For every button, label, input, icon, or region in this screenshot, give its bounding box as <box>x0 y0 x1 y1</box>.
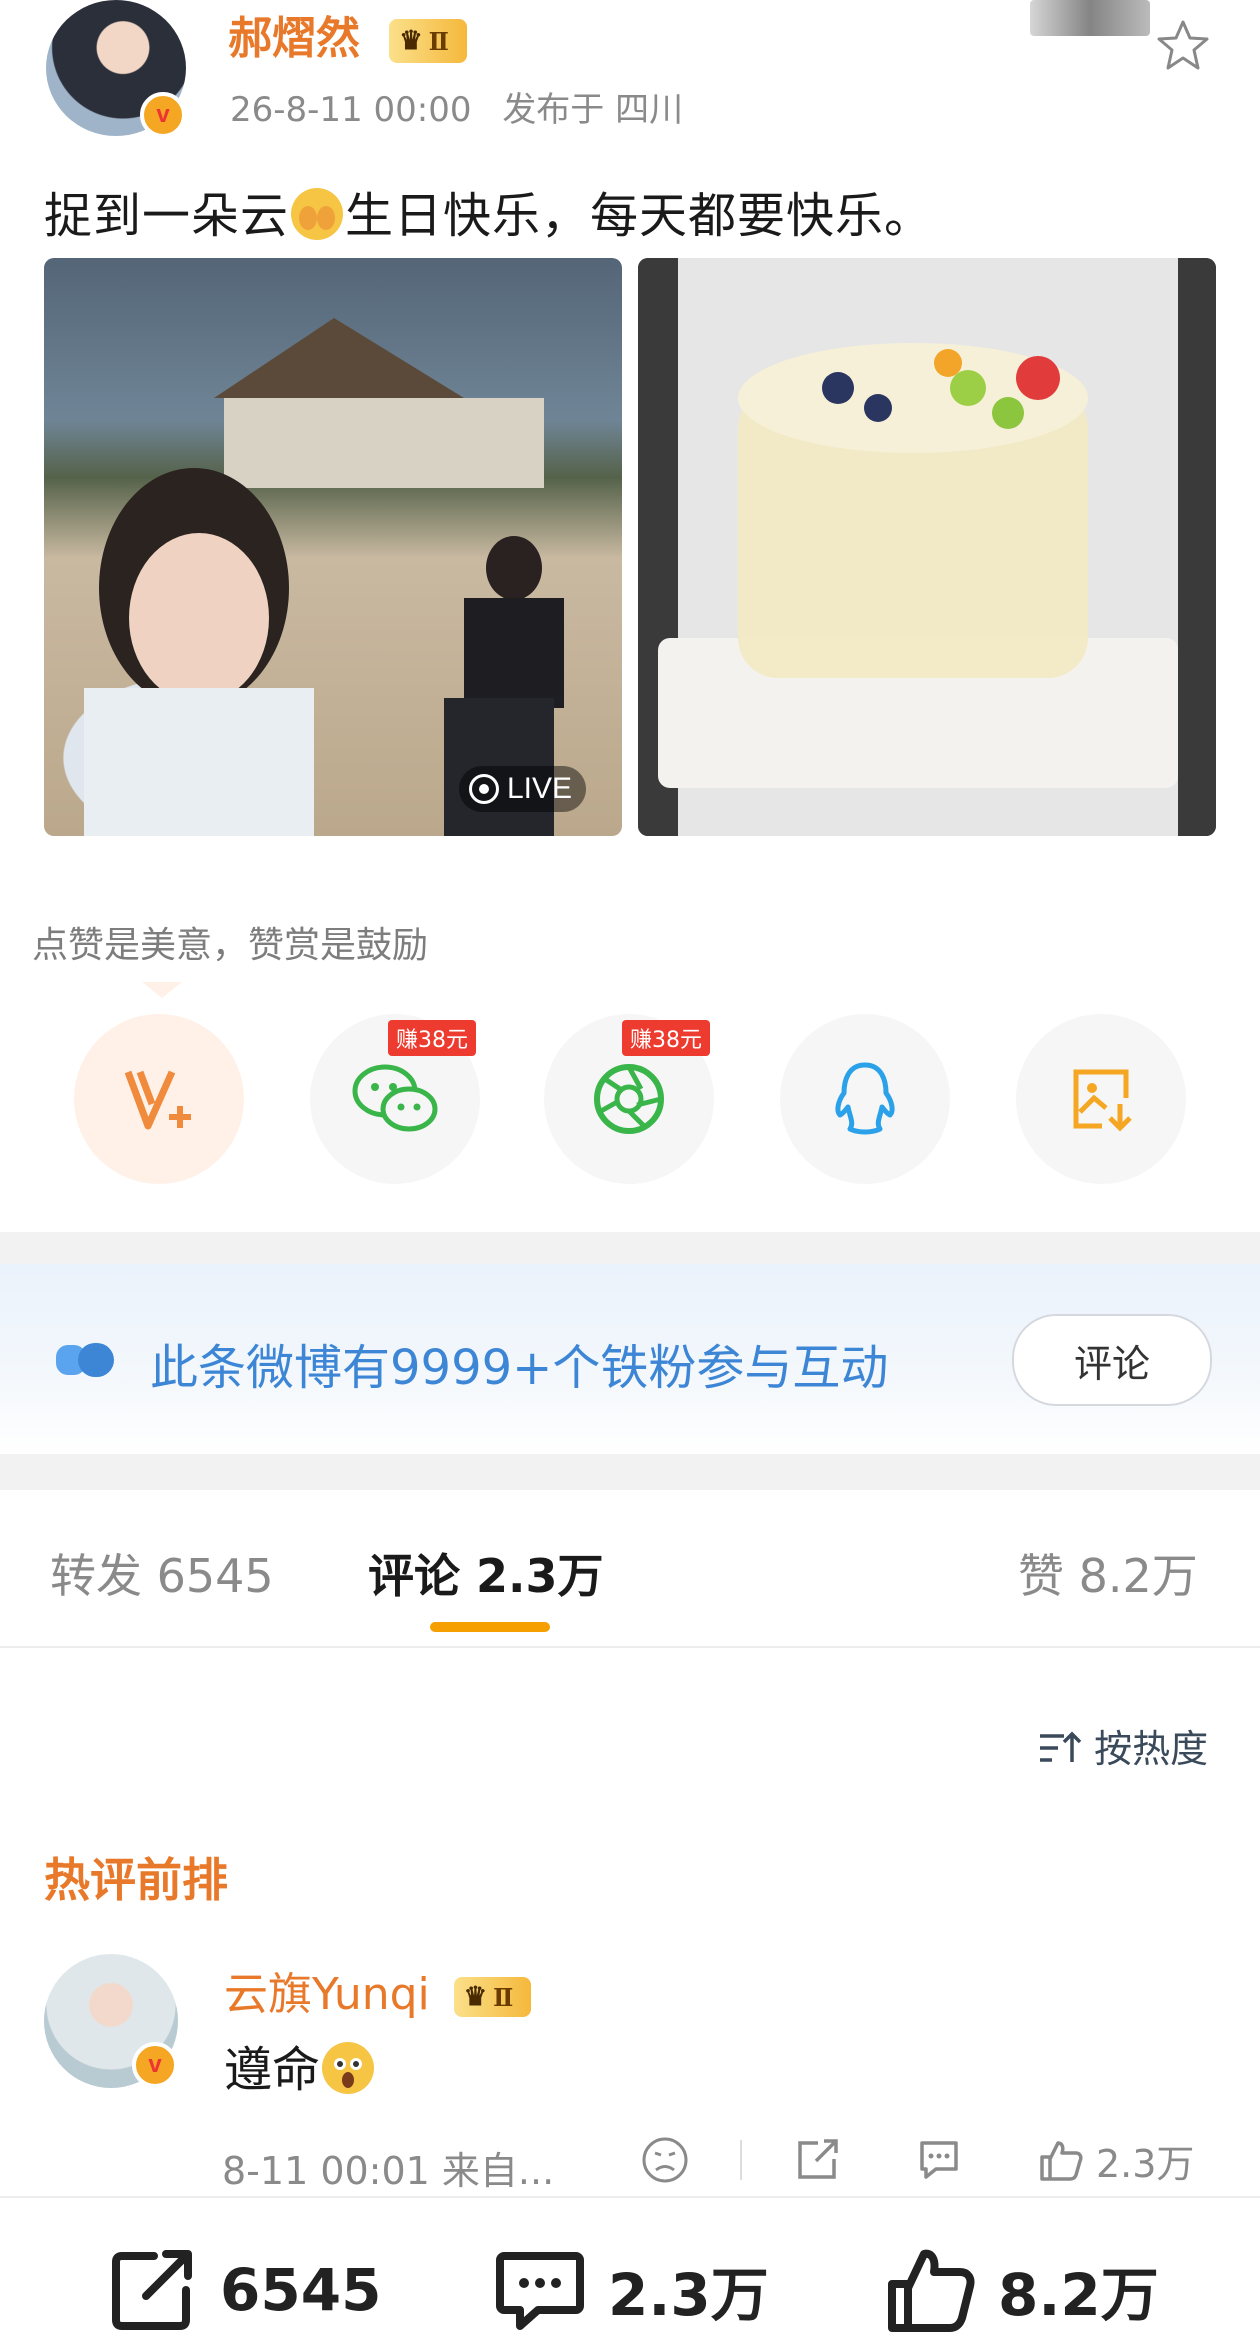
sort-by-hot-button[interactable]: 按热度 <box>1038 1718 1208 1773</box>
comment-like-count: 2.3万 <box>1096 2141 1195 2186</box>
star-icon[interactable] <box>1155 18 1211 74</box>
share-qq-button[interactable] <box>780 1014 950 1184</box>
vip-badge: ♛ Ⅱ <box>389 19 467 63</box>
earn-badge: 赚38元 <box>622 1020 710 1056</box>
verified-badge: v <box>140 92 186 138</box>
post-location: 发布于 四川 <box>502 90 684 130</box>
post-photo-beach[interactable]: LIVE <box>44 258 622 836</box>
fans-banner-icon <box>56 1341 118 1379</box>
comment-icon <box>920 2141 958 2179</box>
fans-banner-text: 此条微博有9999+个铁粉参与互动 <box>150 1340 889 1396</box>
comment-icon <box>496 2252 584 2330</box>
repost-icon <box>112 2250 192 2330</box>
comment-like-button[interactable]: 2.3万 <box>1036 2134 1194 2186</box>
vip-level: Ⅱ <box>428 26 449 56</box>
commenter-avatar[interactable]: v <box>44 1954 178 2088</box>
bottom-comment-count: 2.3万 <box>608 2261 769 2329</box>
tab-comment[interactable]: 评论 2.3万 <box>368 1540 604 1606</box>
action-separator <box>740 2140 742 2180</box>
wechat-icon <box>352 1064 438 1132</box>
active-tab-indicator <box>430 1622 550 1632</box>
verified-badge: v <box>132 2042 178 2088</box>
crown-icon: ♛ <box>399 26 423 56</box>
tab-repost[interactable]: 转发 6545 <box>50 1540 274 1606</box>
author-name-text: 郝熠然 <box>228 13 360 64</box>
commenter-name[interactable]: 云旗Yunqi ♛ Ⅱ <box>224 1958 532 2022</box>
comment-meta: 8-11 00:01 来自... <box>222 2149 555 2193</box>
bottom-like-count: 8.2万 <box>998 2261 1159 2329</box>
sort-label: 按热度 <box>1094 1727 1209 1771</box>
reward-tip: 点赞是美意，赞赏是鼓励 <box>32 925 429 966</box>
comment-dislike-button[interactable] <box>640 2134 690 2186</box>
post-meta: 26-8-11 00:00 发布于 四川 <box>230 82 683 131</box>
comment-text-body: 遵命 <box>224 2042 321 2098</box>
bottom-comment-button[interactable]: 2.3万 <box>494 2240 769 2340</box>
author-name[interactable]: 郝熠然 ♛ Ⅱ <box>228 2 467 66</box>
section-divider <box>0 1232 1260 1264</box>
moments-icon <box>594 1064 664 1134</box>
earn-badge: 赚38元 <box>388 1020 476 1056</box>
thumbs-up-icon <box>888 2249 975 2332</box>
thumbs-up-icon <box>1040 2141 1083 2181</box>
bottom-repost-button[interactable]: 6545 <box>106 2240 381 2340</box>
comment-share-button[interactable] <box>792 2134 842 2186</box>
post-text-part2: 生日快乐，每天都要快乐。 <box>345 188 934 244</box>
qq-icon <box>835 1062 895 1135</box>
header-decoration-image <box>1030 0 1150 36</box>
author-avatar[interactable]: v <box>46 0 186 138</box>
save-image-icon <box>1073 1069 1132 1132</box>
save-image-button[interactable] <box>1016 1014 1186 1184</box>
vip-level: Ⅱ <box>493 1982 514 2012</box>
tip-caret <box>142 982 182 998</box>
live-label: LIVE <box>506 772 572 805</box>
live-photo-tag: LIVE <box>458 766 586 812</box>
share-moments-button[interactable]: 赚38元 <box>544 1014 714 1184</box>
vip-badge: ♛ Ⅱ <box>453 1977 532 2017</box>
section-divider <box>0 1454 1260 1490</box>
shocked-face-emoji-icon <box>322 2042 375 2094</box>
shy-face-emoji-icon <box>291 188 344 240</box>
tab-like[interactable]: 赞 8.2万 <box>1018 1540 1198 1606</box>
tab-divider <box>0 1646 1260 1648</box>
post-text-part1: 捉到一朵云 <box>44 188 290 244</box>
share-icon <box>798 2139 838 2179</box>
sort-icon <box>1040 1731 1082 1762</box>
weibo-v-plus-icon <box>124 1070 191 1130</box>
share-weibo-button[interactable] <box>74 1014 244 1184</box>
post-date: 26-8-11 00:00 <box>230 90 472 130</box>
post-text: 捉到一朵云 生日快乐，每天都要快乐。 <box>44 176 933 246</box>
hot-comments-title: 热评前排 <box>44 1853 228 1907</box>
share-wechat-button[interactable]: 赚38元 <box>310 1014 480 1184</box>
comment-text: 遵命 <box>224 2030 376 2100</box>
commenter-name-text: 云旗Yunqi <box>224 1969 430 2020</box>
post-photo-cake[interactable] <box>638 258 1216 836</box>
crown-icon: ♛ <box>463 1982 488 2012</box>
bottom-like-button[interactable]: 8.2万 <box>884 2240 1159 2340</box>
live-icon <box>468 774 499 804</box>
comment-reply-button[interactable] <box>914 2134 964 2186</box>
bottom-repost-count: 6545 <box>220 2256 382 2324</box>
sad-face-icon <box>642 2137 688 2183</box>
fans-comment-button[interactable]: 评论 <box>1012 1314 1212 1406</box>
